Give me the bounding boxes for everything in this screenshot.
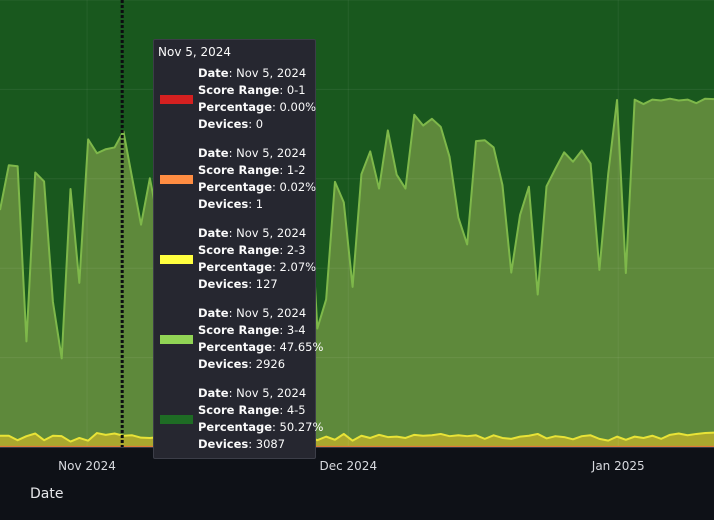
x-tick-label: Dec 2024 (320, 459, 378, 473)
tooltip-entry-0-1: Date: Nov 5, 2024 Score Range: 0-1 Percent… (154, 65, 317, 145)
tooltip-field-date: Date: Nov 5, 2024 (198, 386, 307, 400)
tooltip-field-devices: Devices: 2926 (198, 357, 286, 371)
tooltip-entry-text: Date: Nov 5, 2024 Score Range: 4-5 Percent… (198, 385, 323, 453)
tooltip-swatch (160, 175, 193, 184)
tooltip-entry-3-4: Date: Nov 5, 2024 Score Range: 3-4 Percent… (154, 305, 323, 385)
tooltip-field-percentage: Percentage: 2.07% (198, 260, 317, 274)
tooltip-field-devices: Devices: 3087 (198, 437, 286, 451)
tooltip-field-devices: Devices: 0 (198, 117, 264, 131)
tooltip-entry-text: Date: Nov 5, 2024 Score Range: 0-1 Percent… (198, 65, 316, 133)
tooltip-field-score_range: Score Range: 0-1 (198, 83, 306, 97)
chart-canvas[interactable]: Nov 2024 Dec 2024 Jan 2025 Date (0, 0, 714, 520)
tooltip-field-score_range: Score Range: 4-5 (198, 403, 306, 417)
tooltip-swatch (160, 415, 193, 424)
tooltip-field-date: Date: Nov 5, 2024 (198, 226, 307, 240)
tooltip-field-devices: Devices: 127 (198, 277, 278, 291)
x-axis: Nov 2024 Dec 2024 Jan 2025 (0, 447, 714, 473)
tooltip-field-percentage: Percentage: 50.27% (198, 420, 324, 434)
hover-tooltip: Nov 5, 2024 Date: Nov 5, 2024 Score Range… (153, 39, 323, 459)
stacked-area-chart[interactable]: Nov 2024 Dec 2024 Jan 2025 Date Nov 5, 202… (0, 0, 714, 520)
tooltip-field-devices: Devices: 1 (198, 197, 264, 211)
x-tick-label: Jan 2025 (591, 459, 645, 473)
x-tick-label: Nov 2024 (58, 459, 116, 473)
tooltip-field-score_range: Score Range: 3-4 (198, 323, 306, 337)
tooltip-field-percentage: Percentage: 0.00% (198, 100, 317, 114)
tooltip-field-percentage: Percentage: 0.02% (198, 180, 317, 194)
tooltip-field-date: Date: Nov 5, 2024 (198, 306, 307, 320)
tooltip-swatch (160, 95, 193, 104)
tooltip-entry-text: Date: Nov 5, 2024 Score Range: 2-3 Percent… (198, 225, 316, 293)
tooltip-field-score_range: Score Range: 1-2 (198, 163, 306, 177)
tooltip-entry-2-3: Date: Nov 5, 2024 Score Range: 2-3 Percent… (154, 225, 317, 305)
tooltip-entry-text: Date: Nov 5, 2024 Score Range: 3-4 Percent… (198, 305, 323, 373)
tooltip-field-date: Date: Nov 5, 2024 (198, 66, 307, 80)
tooltip-entry-1-2: Date: Nov 5, 2024 Score Range: 1-2 Percent… (154, 145, 317, 225)
tooltip-field-score_range: Score Range: 2-3 (198, 243, 306, 257)
tooltip-entry-4-5: Date: Nov 5, 2024 Score Range: 4-5 Percent… (154, 385, 323, 465)
tooltip-swatch (160, 335, 193, 344)
x-axis-title: Date (30, 486, 63, 502)
tooltip-field-date: Date: Nov 5, 2024 (198, 146, 307, 160)
tooltip-title: Nov 5, 2024 (158, 45, 232, 59)
tooltip-entry-text: Date: Nov 5, 2024 Score Range: 1-2 Percent… (198, 145, 316, 213)
tooltip-swatch (160, 255, 193, 264)
tooltip-field-percentage: Percentage: 47.65% (198, 340, 324, 354)
